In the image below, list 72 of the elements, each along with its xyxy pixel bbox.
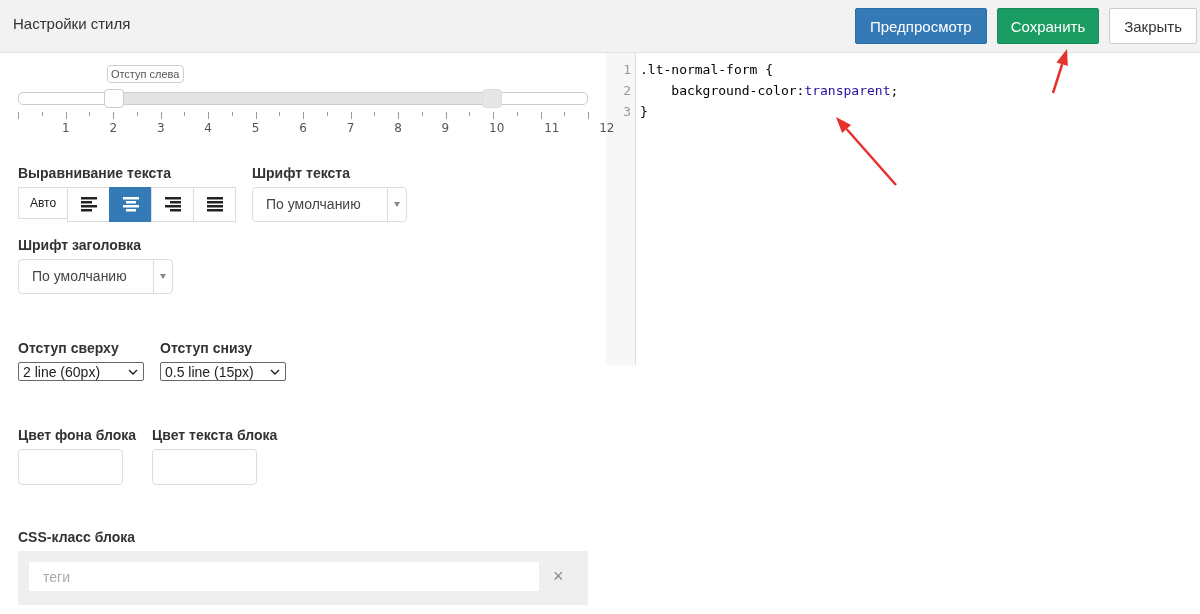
- tick-mark: [588, 112, 589, 119]
- tick-mark: [350, 112, 352, 119]
- code-line: }: [640, 103, 649, 121]
- chevron-down-icon: [128, 368, 138, 375]
- dropdown-caret-icon: [394, 202, 400, 207]
- tick-mark: [374, 112, 376, 116]
- preview-button[interactable]: Предпросмотр: [854, 8, 987, 44]
- line-number: 1: [622, 61, 632, 79]
- tick-mark: [564, 112, 566, 116]
- window-title: Настройки стиля: [13, 14, 131, 32]
- tick-mark: [493, 112, 494, 119]
- tick-mark: [184, 112, 186, 116]
- tick-mark: [113, 112, 114, 119]
- align-auto-button[interactable]: Авто: [18, 187, 68, 219]
- color-input-field[interactable]: [152, 449, 258, 485]
- field-label: Цвет текста блока: [152, 427, 278, 443]
- margin-select[interactable]: 2 line (60px): [18, 362, 144, 381]
- align-justify-button[interactable]: [193, 187, 236, 222]
- align-right-icon: [164, 197, 181, 212]
- tick-mark: [18, 112, 19, 119]
- tags-input-field[interactable]: теги: [29, 562, 539, 591]
- tick-mark: [89, 112, 91, 116]
- field-label: Выравнивание текста: [18, 165, 172, 181]
- line-number: 3: [622, 103, 632, 121]
- tick-mark: [41, 112, 43, 116]
- tick-mark: [303, 112, 304, 119]
- slider-handle[interactable]: [482, 89, 503, 108]
- tick-mark: [445, 112, 447, 119]
- align-center-button[interactable]: [109, 187, 152, 222]
- code-line: .lt-normal-form {: [640, 61, 775, 79]
- align-center-icon: [122, 197, 139, 212]
- heading-font-dropdown[interactable]: По умолчанию: [18, 259, 173, 294]
- select-value: 0.5 line (15px): [165, 363, 254, 380]
- field-label: Отступ сверху: [18, 340, 120, 356]
- tick-mark: [326, 112, 328, 116]
- tick-mark: [136, 112, 138, 116]
- line-number: 2: [622, 82, 632, 100]
- tick-mark: [208, 112, 209, 119]
- color-input-field[interactable]: [18, 449, 123, 485]
- combo-value: По умолчанию: [265, 195, 362, 214]
- align-left-button[interactable]: [67, 187, 110, 222]
- align-right-button[interactable]: [151, 187, 194, 222]
- field-label: Шрифт заголовка: [18, 237, 143, 253]
- align-justify-icon: [206, 197, 223, 212]
- select-value: 2 line (60px): [23, 363, 101, 380]
- chevron-down-icon: [270, 368, 280, 375]
- slider-tooltip: Отступ слева: [106, 65, 184, 83]
- code-line: background-color:transparent;: [670, 82, 899, 100]
- tick-mark: [398, 112, 399, 119]
- field-label: Шрифт текста: [252, 165, 351, 181]
- slider-handle[interactable]: [103, 89, 124, 108]
- text-font-dropdown[interactable]: По умолчанию: [252, 187, 407, 222]
- field-label: Отступ снизу: [160, 340, 253, 356]
- save-button[interactable]: Сохранить: [996, 8, 1100, 44]
- tick-mark: [421, 112, 423, 116]
- tick-mark: [469, 112, 471, 116]
- margin-select[interactable]: 0.5 line (15px): [160, 362, 286, 381]
- annotation-arrow: [834, 115, 898, 187]
- tick-mark: [540, 112, 542, 119]
- close-button[interactable]: Закрыть: [1109, 8, 1197, 44]
- scale-labels: 1 2 3 4 5 6 7 8 9 10 11 12: [62, 121, 615, 135]
- tick-mark: [65, 112, 67, 119]
- field-label: CSS-класс блока: [18, 529, 137, 545]
- dropdown-caret-icon: [160, 274, 166, 279]
- tick-mark: [516, 112, 518, 116]
- tick-mark: [231, 112, 233, 116]
- align-left-icon: [80, 197, 97, 212]
- tick-mark: [279, 112, 281, 116]
- tick-mark: [255, 112, 257, 119]
- tick-mark: [160, 112, 162, 119]
- field-label: Цвет фона блока: [18, 427, 137, 443]
- combo-value: По умолчанию: [31, 267, 128, 286]
